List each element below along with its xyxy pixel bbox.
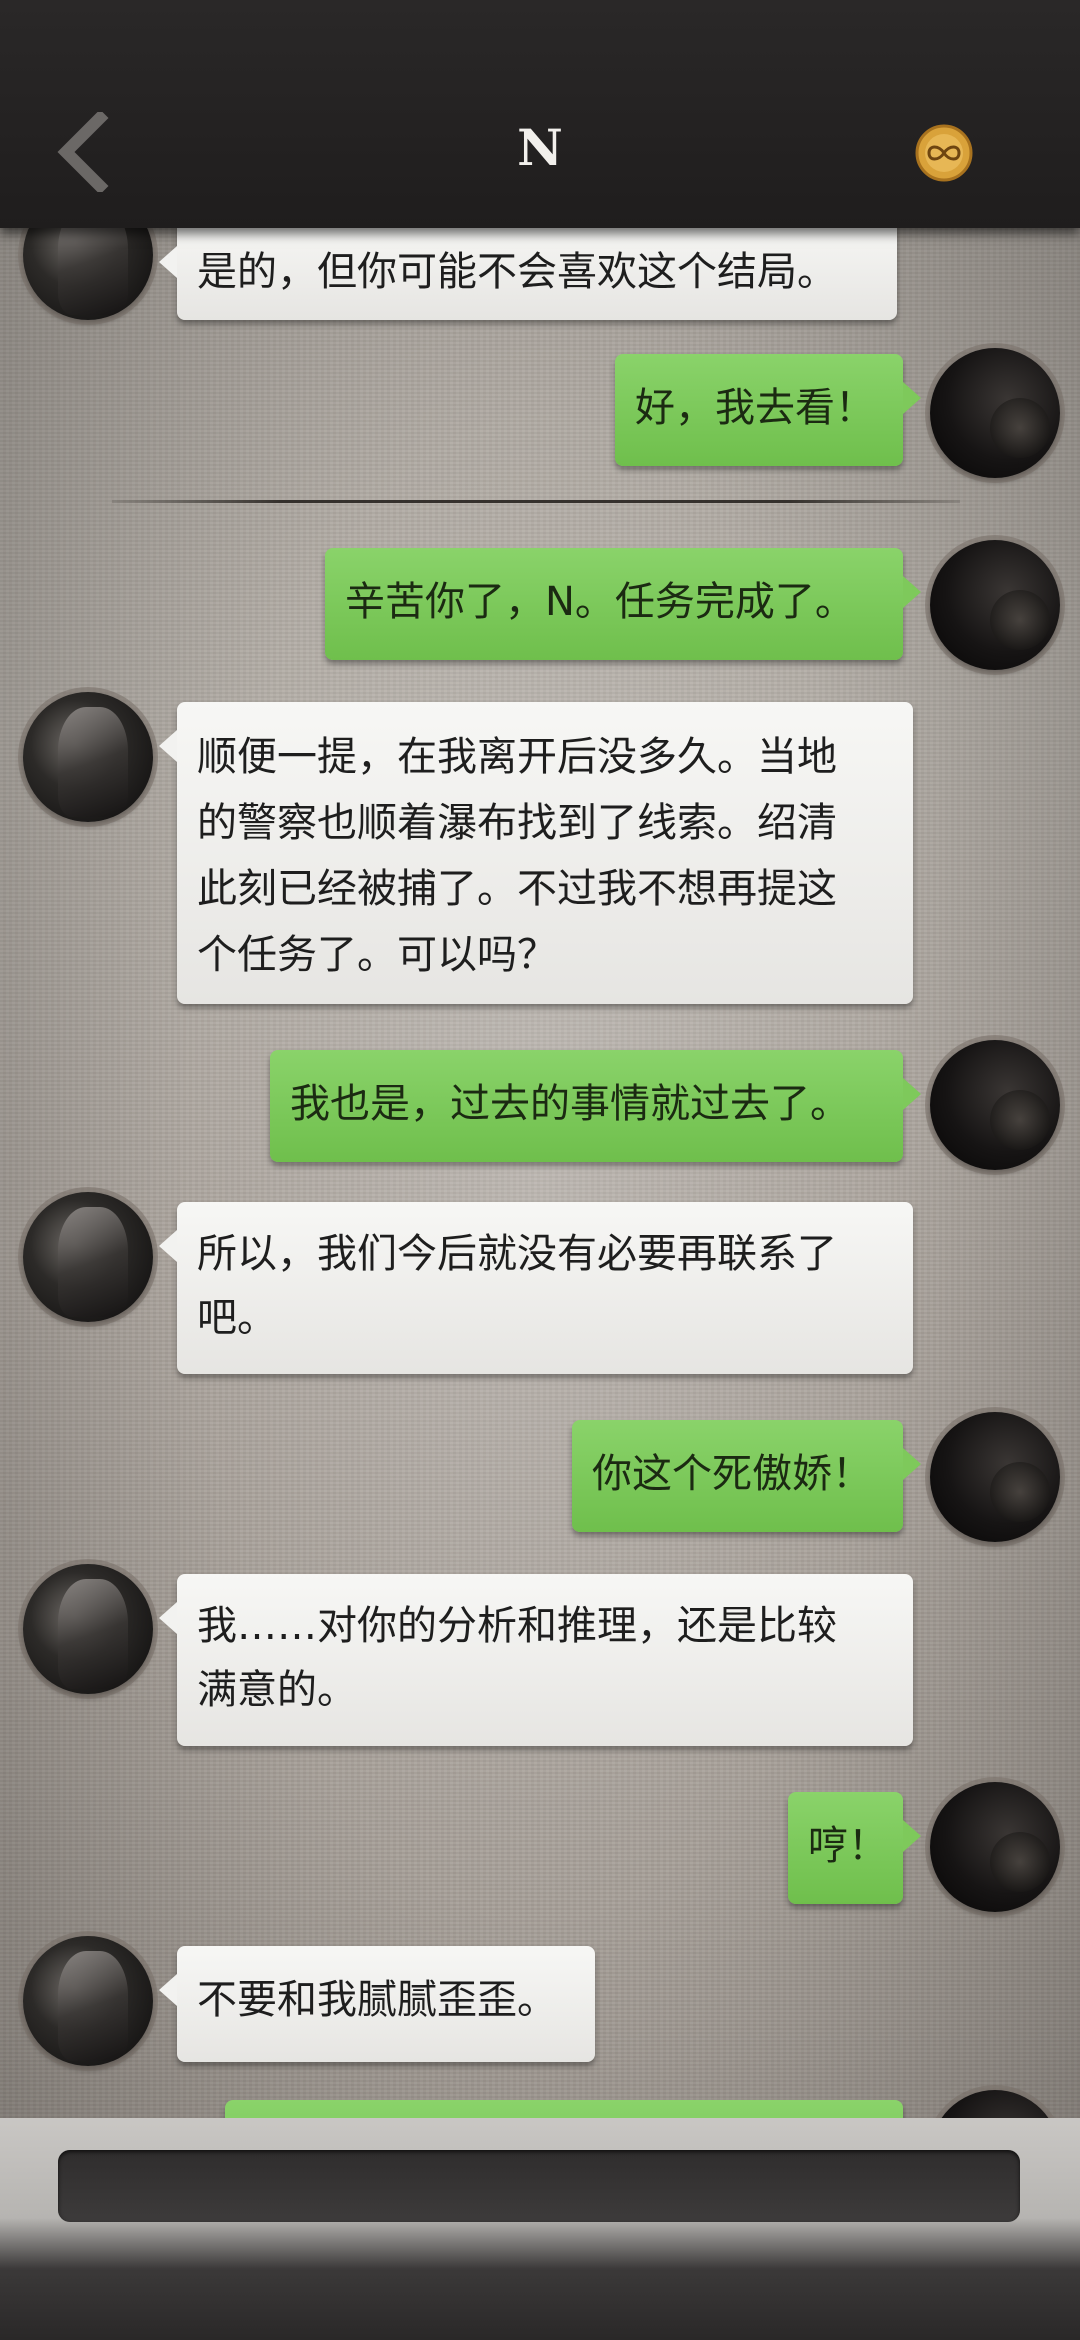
message-text: 你这个死傲娇！	[592, 1451, 872, 1497]
avatar-me[interactable]	[930, 1782, 1060, 1912]
avatar-me[interactable]	[930, 348, 1060, 478]
avatar-me[interactable]	[930, 540, 1060, 670]
message-text: 哼！	[808, 1823, 888, 1869]
message-line: 顺便一提，在我离开后没多久。当地	[197, 734, 837, 780]
avatar-me[interactable]	[930, 1040, 1060, 1170]
message-text: 不要和我腻腻歪歪。	[197, 1977, 557, 2023]
chapter-divider	[112, 500, 960, 503]
message-bubble-other: 所以，我们今后就没有必要再联系了 吧。	[159, 1202, 913, 1374]
avatar-other[interactable]	[23, 1564, 153, 1694]
message-input[interactable]	[58, 2150, 1020, 2222]
message-line: 个任务了。可以吗？	[197, 932, 557, 978]
avatar-me[interactable]	[930, 1412, 1060, 1542]
avatar-other[interactable]	[23, 692, 153, 822]
message-bubble-me: 我也是，过去的事情就过去了。	[270, 1050, 921, 1162]
message-bubble-other: 顺便一提，在我离开后没多久。当地 的警察也顺着瀑布找到了线索。绍清 此刻已经被捕…	[159, 702, 913, 1004]
message-bubble-me: 哼！	[788, 1792, 921, 1904]
message-bubble-me	[225, 2100, 903, 2120]
message-line: 满意的。	[197, 1667, 357, 1713]
message-bubble-me: 辛苦你了，N。任务完成了。	[325, 548, 921, 660]
message-text: 好，我去看！	[635, 385, 875, 431]
coin-button[interactable]	[914, 123, 974, 183]
infinity-coin-icon	[915, 124, 973, 182]
top-bar: N	[0, 0, 1080, 228]
message-line: 吧。	[197, 1295, 277, 1341]
avatar-other[interactable]	[23, 1192, 153, 1322]
message-bubble-other: 不要和我腻腻歪歪。	[159, 1946, 595, 2062]
message-text: 是的，但你可能不会喜欢这个结局。	[197, 249, 837, 295]
message-line: 的警察也顺着瀑布找到了线索。绍清	[197, 800, 837, 846]
message-bubble-other: 是的，但你可能不会喜欢这个结局。	[159, 218, 897, 320]
message-text: 我也是，过去的事情就过去了。	[290, 1081, 850, 1127]
message-bubble-me: 好，我去看！	[615, 354, 921, 466]
avatar-me[interactable]	[930, 2090, 1060, 2120]
message-line: 所以，我们今后就没有必要再联系了	[197, 1231, 837, 1277]
input-bar	[0, 2118, 1080, 2340]
message-line: 我……对你的分析和推理，还是比较	[197, 1603, 837, 1649]
message-text: 辛苦你了，N。任务完成了。	[345, 579, 855, 625]
message-line: 此刻已经被捕了。不过我不想再提这	[197, 866, 837, 912]
chat-area[interactable]: 是的，但你可能不会喜欢这个结局。 好，我去看！ 辛苦你了，N。任务完成了。 顺便…	[0, 0, 1080, 2120]
message-bubble-me: 你这个死傲娇！	[572, 1420, 921, 1532]
message-bubble-other: 我……对你的分析和推理，还是比较 满意的。	[159, 1574, 913, 1746]
avatar-other[interactable]	[23, 1936, 153, 2066]
